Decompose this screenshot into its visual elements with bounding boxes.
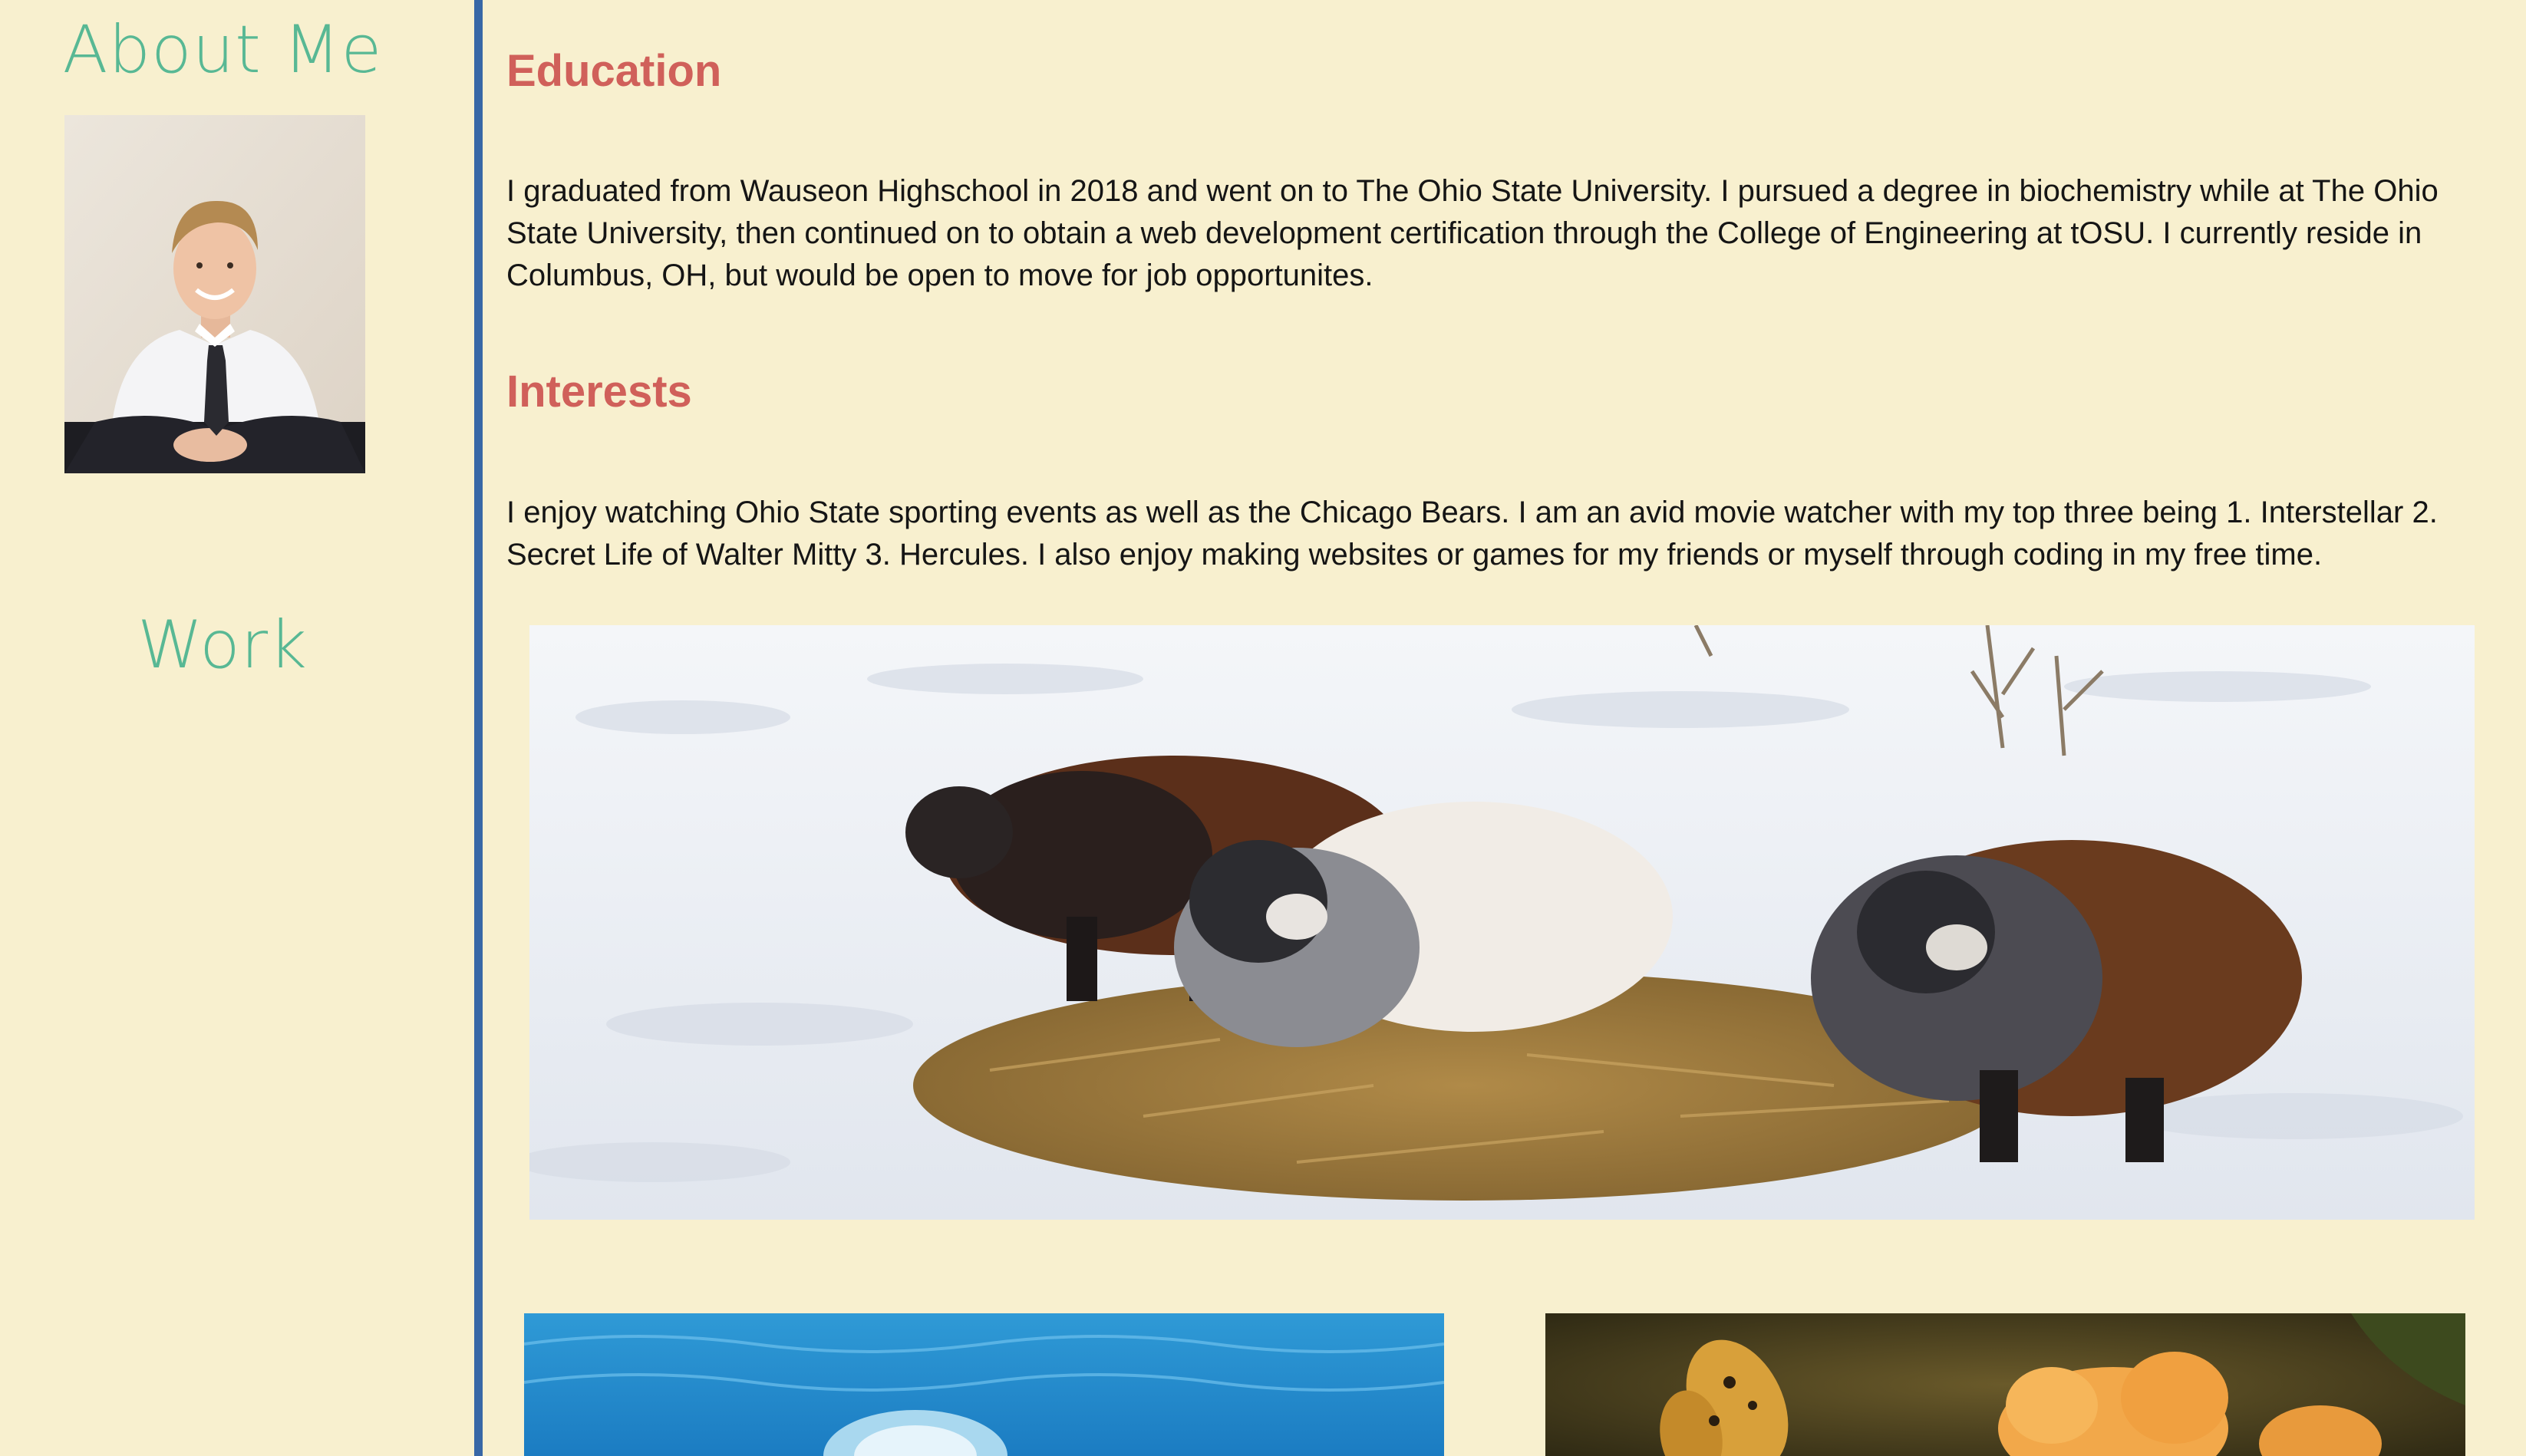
- work-title[interactable]: Work: [0, 612, 445, 678]
- education-heading: Education: [506, 46, 722, 96]
- sidebar-divider: [474, 0, 483, 1456]
- education-text: I graduated from Wauseon Highschool in 2…: [506, 174, 2439, 292]
- butterfly-photo: [1545, 1313, 2465, 1456]
- interests-text: I enjoy watching Ohio State sporting eve…: [506, 496, 2438, 572]
- profile-photo: [64, 115, 365, 473]
- about-me-title[interactable]: About Me: [0, 17, 445, 83]
- sidebar: About Me Work: [0, 0, 474, 1456]
- water-photo: [524, 1313, 1444, 1456]
- goats-photo: [529, 625, 2475, 1220]
- interests-heading: Interests: [506, 367, 692, 417]
